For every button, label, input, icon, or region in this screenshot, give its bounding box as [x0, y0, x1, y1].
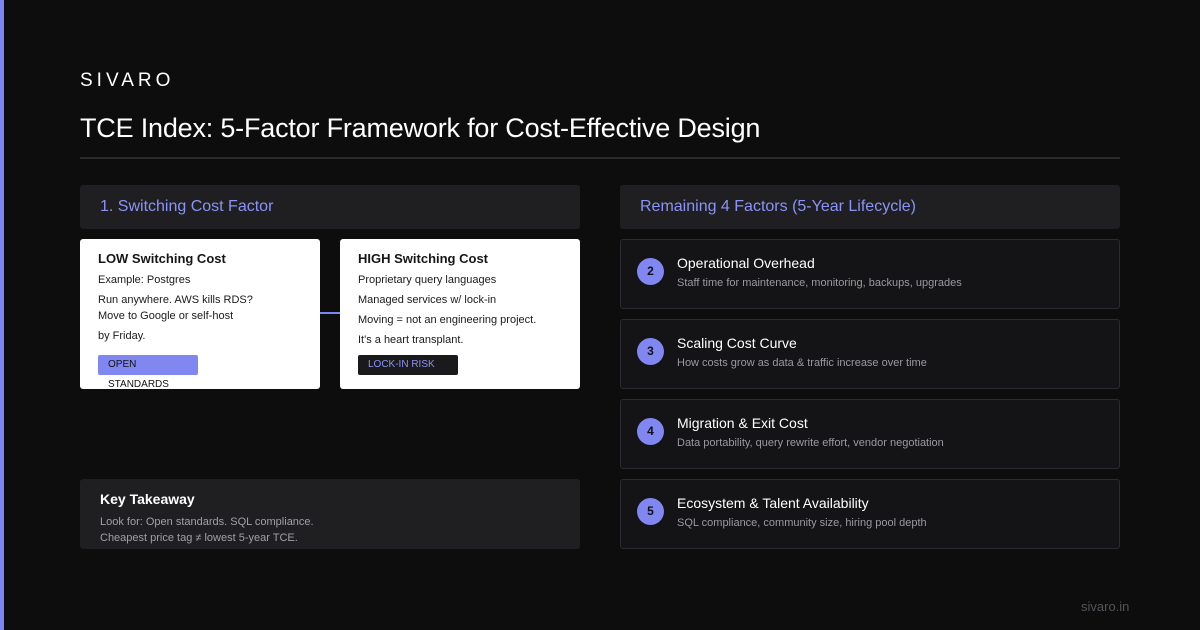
open-standards-badge: OPEN STANDARDS: [98, 355, 198, 390]
factor-card-ecosystem-talent: 5 Ecosystem & Talent Availability SQL co…: [620, 479, 1120, 549]
high-switching-cost-card: HIGH Switching Cost Proprietary query la…: [340, 239, 580, 389]
key-takeaway-box: Key Takeaway Look for: Open standards. S…: [80, 479, 580, 549]
high-card-title: HIGH Switching Cost: [358, 251, 488, 266]
factor-card-migration-exit-cost: 4 Migration & Exit Cost Data portability…: [620, 399, 1120, 469]
takeaway-line: Cheapest price tag ≠ lowest 5-year TCE.: [100, 532, 298, 544]
low-switching-cost-card: LOW Switching Cost Example: Postgres Run…: [80, 239, 320, 390]
low-card-line: Move to Google or self-host: [98, 310, 234, 322]
factor-title: Migration & Exit Cost: [677, 415, 808, 431]
factor-number-badge: 5: [637, 498, 664, 525]
factor-title: Scaling Cost Curve: [677, 335, 797, 351]
high-card-line: Managed services w/ lock-in: [358, 294, 497, 306]
factor-description: Data portability, query rewrite effort, …: [677, 437, 944, 449]
low-card-line: Run anywhere. AWS kills RDS?: [98, 294, 253, 306]
factor-number-badge: 4: [637, 418, 664, 445]
factor-number-badge: 3: [637, 338, 664, 365]
title-divider: [80, 157, 1120, 159]
brand-logo: SIVARO: [80, 70, 175, 91]
factor-title: Ecosystem & Talent Availability: [677, 495, 869, 511]
factor-card-operational-overhead: 2 Operational Overhead Staff time for ma…: [620, 239, 1120, 309]
remaining-factors-header: Remaining 4 Factors (5-Year Lifecycle): [620, 185, 1120, 229]
low-card-line: Example: Postgres: [98, 274, 191, 286]
factor-description: How costs grow as data & traffic increas…: [677, 357, 927, 369]
factor-number-badge: 2: [637, 258, 664, 285]
takeaway-title: Key Takeaway: [100, 491, 195, 507]
low-card-line: by Friday.: [98, 330, 146, 342]
footer-url: sivaro.in: [1081, 599, 1130, 614]
high-card-line: Proprietary query languages: [358, 274, 497, 286]
high-card-line: Moving = not an engineering project.: [358, 314, 537, 326]
switching-cost-header: 1. Switching Cost Factor: [80, 185, 580, 229]
lock-in-risk-badge: LOCK-IN RISK: [358, 355, 458, 375]
accent-bar: [0, 0, 4, 630]
page-title: TCE Index: 5-Factor Framework for Cost-E…: [80, 113, 761, 143]
factor-description: SQL compliance, community size, hiring p…: [677, 517, 927, 529]
high-card-line: It's a heart transplant.: [358, 334, 464, 346]
takeaway-line: Look for: Open standards. SQL compliance…: [100, 516, 314, 528]
factor-description: Staff time for maintenance, monitoring, …: [677, 277, 962, 289]
low-card-title: LOW Switching Cost: [98, 251, 226, 266]
factor-title: Operational Overhead: [677, 255, 815, 271]
factor-card-scaling-cost-curve: 3 Scaling Cost Curve How costs grow as d…: [620, 319, 1120, 389]
